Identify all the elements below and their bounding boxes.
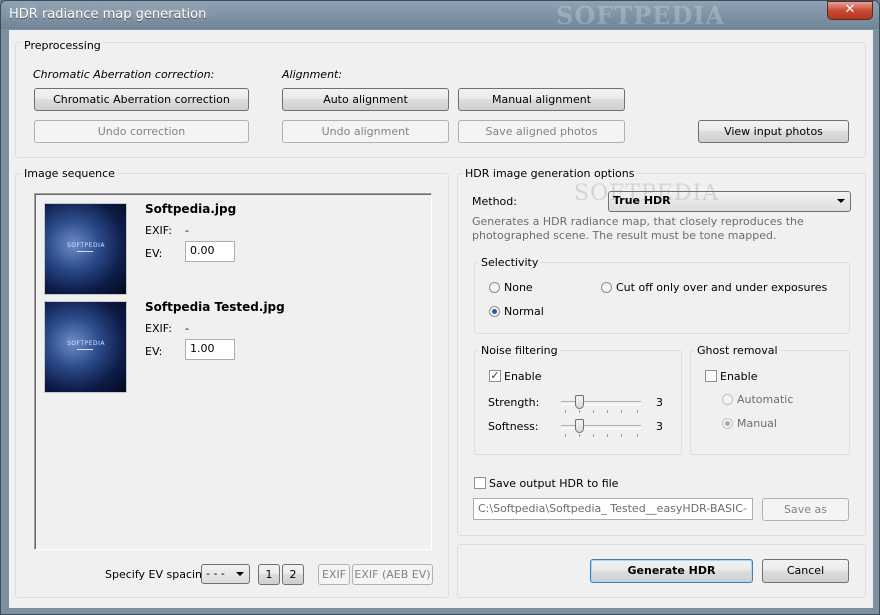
ev-label: EV: <box>145 345 163 358</box>
noise-filtering-label: Noise filtering <box>479 344 560 357</box>
image-name: Softpedia Tested.jpg <box>145 300 285 314</box>
chromatic-label: Chromatic Aberration correction: <box>33 68 215 81</box>
ev-input[interactable]: 1.00 <box>185 339 235 360</box>
exif-value: - <box>185 224 189 237</box>
thumbnail-text: SOFTPEDIA <box>67 340 105 347</box>
cancel-button[interactable]: Cancel <box>762 559 849 583</box>
manual-alignment-button[interactable]: Manual alignment <box>458 88 625 111</box>
ghost-manual-label[interactable]: Manual <box>737 417 777 430</box>
softness-value: 3 <box>656 420 663 433</box>
alignment-label: Alignment: <box>282 68 343 81</box>
selectivity-normal-radio[interactable] <box>489 306 500 317</box>
method-description: Generates a HDR radiance map, that close… <box>472 215 804 242</box>
chevron-down-icon <box>236 572 244 576</box>
hdr-options-label: HDR image generation options <box>463 167 637 180</box>
image-thumbnail[interactable]: SOFTPEDIA <box>44 301 127 393</box>
close-button[interactable]: ✕ <box>827 1 873 20</box>
selectivity-cutoff-label[interactable]: Cut off only over and under exposures <box>616 281 827 294</box>
noise-enable-label[interactable]: Enable <box>504 370 541 383</box>
ev-label: EV: <box>145 247 163 260</box>
exif-label: EXIF: <box>145 224 172 237</box>
ev-spacing-select[interactable]: - - - <box>201 564 250 584</box>
ghost-enable-label[interactable]: Enable <box>720 370 757 383</box>
ghost-enable-checkbox[interactable] <box>705 370 717 382</box>
ghost-removal-label: Ghost removal <box>695 344 780 357</box>
image-thumbnail[interactable]: SOFTPEDIA <box>44 203 127 295</box>
softness-label: Softness: <box>488 420 539 433</box>
ghost-automatic-label[interactable]: Automatic <box>737 393 793 406</box>
strength-slider-track[interactable] <box>561 401 641 405</box>
save-output-checkbox[interactable] <box>474 477 486 489</box>
save-aligned-photos-button[interactable]: Save aligned photos <box>458 120 625 143</box>
noise-enable-checkbox[interactable]: ✓ <box>489 370 501 382</box>
ev-input[interactable]: 0.00 <box>185 241 235 262</box>
selectivity-normal-label[interactable]: Normal <box>504 305 544 318</box>
softness-slider-track[interactable] <box>561 425 641 429</box>
image-sequence-label: Image sequence <box>22 167 117 180</box>
save-as-button[interactable]: Save as <box>762 498 849 521</box>
ev-spacing-label: Specify EV spacing: <box>105 568 213 581</box>
dialog-body: Preprocessing Chromatic Aberration corre… <box>9 30 873 608</box>
selectivity-none-label[interactable]: None <box>504 281 533 294</box>
strength-slider-thumb[interactable] <box>575 395 584 409</box>
exif-label: EXIF: <box>145 322 172 335</box>
save-output-label[interactable]: Save output HDR to file <box>489 477 618 490</box>
preprocessing-label: Preprocessing <box>22 39 103 52</box>
exif-value: - <box>185 322 189 335</box>
softness-slider-thumb[interactable] <box>575 419 584 433</box>
image-list[interactable]: SOFTPEDIA Softpedia.jpg EXIF: - EV: 0.00… <box>34 193 432 550</box>
window-title: HDR radiance map generation <box>9 7 207 22</box>
ghost-manual-radio[interactable] <box>722 418 733 429</box>
undo-correction-button[interactable]: Undo correction <box>34 120 249 143</box>
method-label: Method: <box>472 195 517 208</box>
strength-label: Strength: <box>488 396 540 409</box>
chevron-down-icon <box>837 199 845 203</box>
exif-aeb-button[interactable]: EXIF (AEB EV) <box>352 564 433 585</box>
ev-spacing-2-button[interactable]: 2 <box>282 564 304 585</box>
auto-alignment-button[interactable]: Auto alignment <box>282 88 449 111</box>
close-icon: ✕ <box>844 2 856 17</box>
chromatic-correction-button[interactable]: Chromatic Aberration correction <box>34 88 249 111</box>
selectivity-cutoff-radio[interactable] <box>601 282 612 293</box>
undo-alignment-button[interactable]: Undo alignment <box>282 120 449 143</box>
title-bar[interactable]: HDR radiance map generation SOFTPEDIA ✕ <box>1 1 880 30</box>
selectivity-group <box>474 262 850 334</box>
strength-value: 3 <box>656 396 663 409</box>
output-path-field[interactable]: C:\Softpedia\Softpedia_ Tested__easyHDR-… <box>473 498 753 520</box>
selectivity-label: Selectivity <box>479 256 541 269</box>
view-input-photos-button[interactable]: View input photos <box>698 120 849 143</box>
thumbnail-text: SOFTPEDIA <box>67 242 105 249</box>
dialog-window: HDR radiance map generation SOFTPEDIA ✕ … <box>0 0 880 615</box>
selectivity-none-radio[interactable] <box>489 282 500 293</box>
ev-spacing-1-button[interactable]: 1 <box>258 564 280 585</box>
generate-hdr-button[interactable]: Generate HDR <box>590 559 753 583</box>
watermark: SOFTPEDIA <box>574 181 720 206</box>
title-watermark: SOFTPEDIA <box>556 1 726 30</box>
ev-spacing-value: - - - <box>206 567 225 580</box>
exif-button[interactable]: EXIF <box>318 564 350 585</box>
image-name: Softpedia.jpg <box>145 202 237 216</box>
ghost-automatic-radio[interactable] <box>722 394 733 405</box>
